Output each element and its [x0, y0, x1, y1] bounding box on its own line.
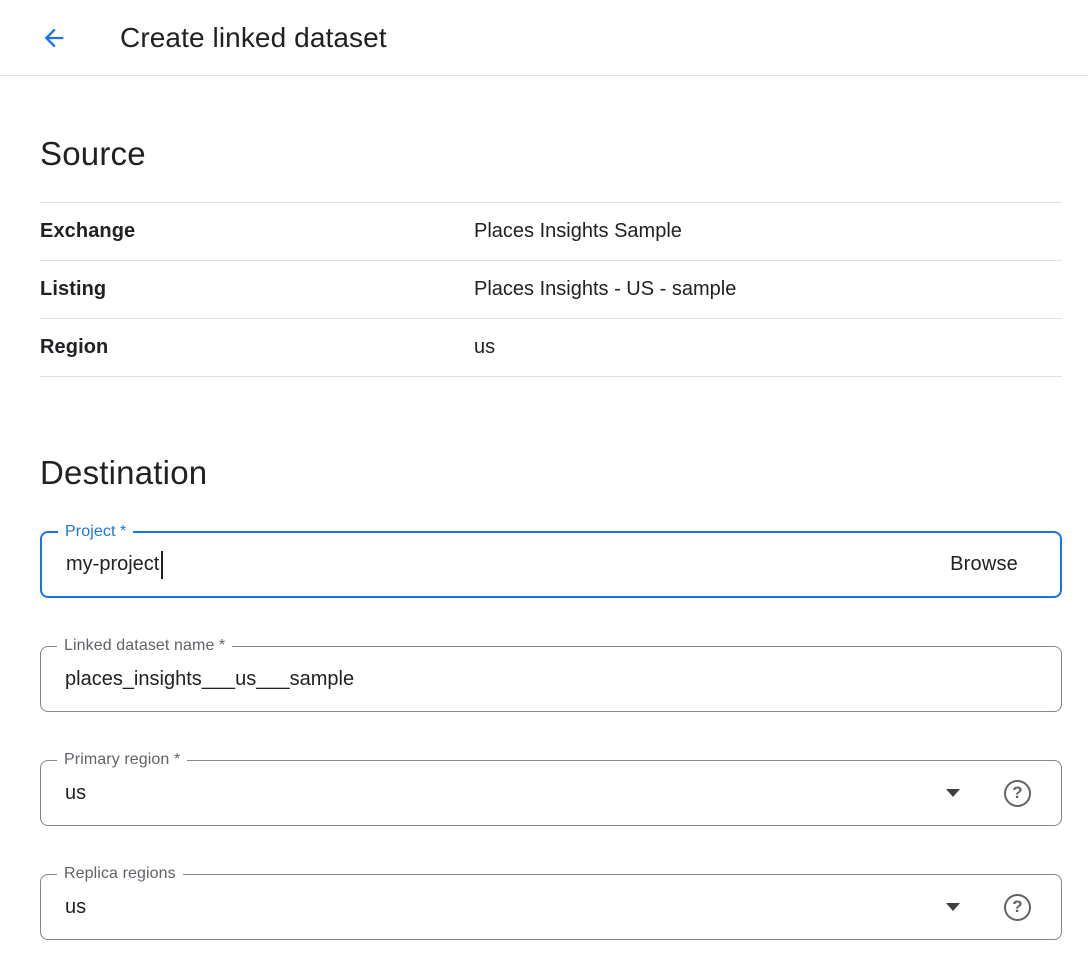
primary-region-field[interactable]: Primary region * us ? — [40, 760, 1062, 826]
primary-region-label: Primary region * — [57, 751, 187, 769]
table-row-listing: Listing Places Insights - US - sample — [40, 261, 1062, 319]
linked-dataset-name-input[interactable]: places_insights___us___sample — [65, 668, 354, 691]
source-table: Exchange Places Insights Sample Listing … — [40, 202, 1062, 377]
primary-region-value: us — [65, 782, 86, 805]
row-value: Places Insights - US - sample — [474, 278, 736, 301]
browse-button[interactable]: Browse — [938, 553, 1030, 576]
replica-regions-controls: ? — [946, 894, 1031, 921]
chevron-down-icon[interactable] — [946, 903, 960, 911]
project-input[interactable]: my-project — [66, 553, 159, 576]
linked-dataset-name-label: Linked dataset name * — [57, 637, 232, 655]
replica-regions-label: Replica regions — [57, 865, 183, 883]
header: Create linked dataset — [0, 0, 1088, 76]
back-button[interactable] — [32, 16, 76, 60]
chevron-down-icon[interactable] — [946, 789, 960, 797]
replica-regions-value: us — [65, 896, 86, 919]
project-field[interactable]: Project * my-project Browse — [40, 531, 1062, 598]
row-value: us — [474, 336, 495, 359]
table-row-exchange: Exchange Places Insights Sample — [40, 203, 1062, 261]
primary-region-controls: ? — [946, 780, 1031, 807]
source-heading: Source — [40, 132, 1062, 176]
back-arrow-icon — [40, 24, 68, 52]
replica-regions-field[interactable]: Replica regions us ? — [40, 874, 1062, 940]
text-cursor — [161, 551, 163, 579]
destination-heading: Destination — [40, 451, 1062, 495]
project-field-label: Project * — [58, 523, 133, 541]
row-value: Places Insights Sample — [474, 220, 682, 243]
table-row-region: Region us — [40, 319, 1062, 377]
help-icon[interactable]: ? — [1004, 780, 1031, 807]
help-icon[interactable]: ? — [1004, 894, 1031, 921]
linked-dataset-name-field[interactable]: Linked dataset name * places_insights___… — [40, 646, 1062, 712]
row-label: Region — [40, 336, 474, 359]
row-label: Exchange — [40, 220, 474, 243]
page-title: Create linked dataset — [120, 22, 387, 54]
main-content: Source Exchange Places Insights Sample L… — [0, 132, 1088, 940]
row-label: Listing — [40, 278, 474, 301]
